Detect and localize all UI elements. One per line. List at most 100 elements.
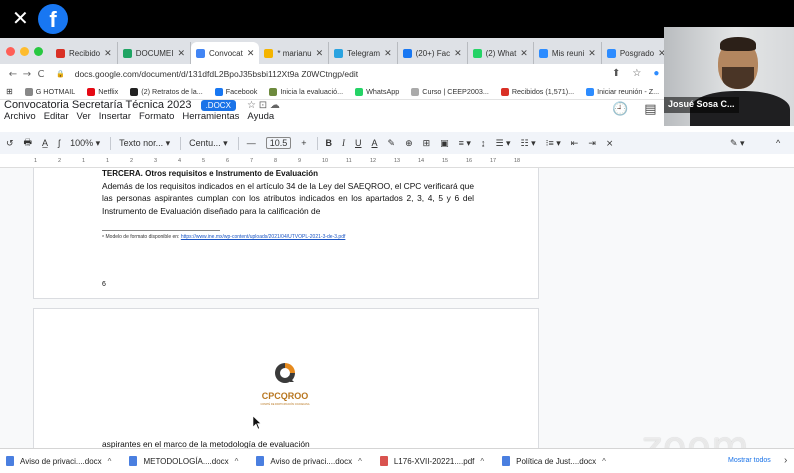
download-options-icon[interactable]: ^ [235, 457, 239, 466]
download-item[interactable]: Aviso de privaci....docx ^ [256, 456, 362, 466]
collapse-menus-icon[interactable]: ^ [776, 138, 780, 148]
download-options-icon[interactable]: ^ [358, 457, 362, 466]
checklist-icon[interactable]: ☰ ▾ [495, 138, 510, 149]
bookmark-item[interactable]: G HOTMAIL [24, 87, 75, 96]
align-select[interactable]: ≡ ▾ [459, 138, 471, 149]
menu-item-herramientas[interactable]: Herramientas [182, 111, 239, 125]
history-icon[interactable]: 🕘 [612, 101, 628, 117]
download-options-icon[interactable]: ^ [480, 457, 484, 466]
font-select[interactable]: Centu... ▾ [189, 138, 228, 149]
bookmark-item[interactable]: Facebook [214, 87, 257, 96]
download-item[interactable]: L176-XVII-20221....pdf ^ [379, 456, 484, 466]
menu-item-archivo[interactable]: Archivo [4, 111, 36, 125]
undo-icon[interactable]: ↺ [6, 138, 14, 149]
insert-image-icon[interactable]: ▣ [440, 138, 449, 149]
browser-tab[interactable]: Posgrado ✕ [602, 42, 672, 64]
tab-close-icon[interactable]: ✕ [384, 48, 392, 59]
reload-icon[interactable]: C [34, 69, 48, 80]
download-item[interactable]: METODOLOGÍA....docx ^ [129, 456, 238, 466]
increase-font-size-button[interactable]: + [301, 138, 306, 148]
highlight-icon[interactable]: ✎ [388, 138, 396, 149]
extension-icon[interactable]: ● [653, 68, 659, 79]
browser-tab[interactable]: * marianu ✕ [259, 42, 330, 64]
tab-close-icon[interactable]: ✕ [316, 48, 324, 59]
close-icon[interactable]: ✕ [12, 8, 32, 28]
increase-indent-icon[interactable]: ⇥ [588, 138, 596, 149]
numbered-list-icon[interactable]: ⁝≡ ▾ [546, 138, 561, 149]
underline-button[interactable]: U [355, 138, 362, 148]
spellcheck-icon[interactable]: A̲ [42, 138, 48, 148]
insert-link-icon[interactable]: ⊕ [405, 138, 413, 149]
shelf-scroll-icon[interactable]: › [784, 455, 787, 466]
download-item[interactable]: Política de Just....docx ^ [502, 456, 606, 466]
tab-close-icon[interactable]: ✕ [104, 48, 112, 59]
close-window-button[interactable] [6, 47, 15, 56]
tab-close-icon[interactable]: ✕ [588, 48, 596, 59]
participant-video-tile[interactable]: Josué Sosa C... [664, 27, 794, 126]
tab-close-icon[interactable]: ✕ [177, 48, 185, 59]
text-color-button[interactable]: A [372, 138, 378, 148]
back-icon[interactable]: ← [6, 69, 20, 80]
line-spacing-icon[interactable]: ↨ [481, 138, 486, 149]
footnote-link[interactable]: https://www.ine.mx/wp-content/uploads/20… [181, 234, 346, 240]
browser-tab[interactable]: Recibido ✕ [51, 42, 118, 64]
menu-item-editar[interactable]: Editar [44, 111, 69, 125]
browser-tab[interactable]: (2) What ✕ [468, 42, 534, 64]
italic-button[interactable]: I [342, 138, 345, 148]
document-canvas[interactable]: TERCERA. Otros requisitos e Instrumento … [0, 168, 794, 448]
font-size-input[interactable]: 10.5 [265, 137, 292, 149]
bold-button[interactable]: B [326, 138, 333, 148]
edit-mode-button[interactable]: ✎ ▾ [730, 138, 745, 149]
share-icon[interactable]: ⬆ [612, 68, 620, 79]
comments-icon[interactable]: ▤ [644, 101, 656, 117]
title-actions-icons[interactable]: ☆ ⊡ ☁ [247, 100, 280, 111]
show-all-downloads-link[interactable]: Mostrar todos [728, 457, 771, 464]
maximize-window-button[interactable] [34, 47, 43, 56]
bookmark-item[interactable]: Recibidos (1,571)... [500, 87, 574, 96]
insert-comment-icon[interactable]: ⊞ [423, 138, 431, 149]
browser-tab[interactable]: Convocat ✕ [191, 42, 260, 64]
bookmark-star-icon[interactable]: ☆ [632, 68, 641, 79]
zoom-select[interactable]: 100% ▾ [70, 138, 100, 149]
bookmark-item[interactable]: Inicia la evaluació... [269, 87, 343, 96]
url-field[interactable]: docs.google.com/document/d/131dfdL2BpoJ3… [75, 69, 358, 79]
document-title[interactable]: Convocatoria Secretaría Técnica 2023 [4, 99, 192, 111]
apps-icon[interactable]: ⊞ [6, 87, 13, 96]
bookmark-item[interactable]: Curso | CEEP2003... [411, 87, 489, 96]
browser-tab[interactable]: Mis reuni ✕ [534, 42, 602, 64]
forward-icon[interactable]: → [20, 69, 34, 80]
document-page[interactable]: CPCQROO COMITÉ DE PARTICIPACIÓN CIUDADAN… [33, 308, 539, 448]
clear-formatting-icon[interactable]: ⨯ [606, 138, 614, 149]
paint-format-icon[interactable]: ʃ [58, 138, 60, 148]
bookmark-item[interactable]: WhatsApp [355, 87, 399, 96]
tab-favicon-icon [264, 48, 274, 58]
tab-close-icon[interactable]: ✕ [454, 48, 462, 59]
browser-tab[interactable]: (20+) Fac ✕ [398, 42, 468, 64]
menu-item-formato[interactable]: Formato [139, 111, 174, 125]
bookmark-favicon-icon [130, 87, 139, 96]
download-list: Aviso de privaci....docx ^ METODOLOGÍA....… [6, 456, 624, 466]
download-options-icon[interactable]: ^ [602, 457, 606, 466]
minimize-window-button[interactable] [20, 47, 29, 56]
tab-close-icon[interactable]: ✕ [520, 48, 528, 59]
bookmark-item[interactable]: Netflix [87, 87, 118, 96]
style-select[interactable]: Texto nor... ▾ [119, 138, 170, 149]
bullet-list-icon[interactable]: ☷ ▾ [521, 138, 536, 149]
print-icon[interactable]: 🖶 [24, 135, 33, 151]
ruler[interactable]: 1 2 1 1 2 3 4 5 6 7 8 9 10 11 12 13 14 15 16 17 18 [0, 154, 794, 168]
browser-tab[interactable]: DOCUMEI ✕ [118, 42, 192, 64]
menu-item-ver[interactable]: Ver [77, 111, 91, 125]
menu-item-insertar[interactable]: Insertar [99, 111, 131, 125]
bookmark-item[interactable]: Iniciar reunión - Z... [586, 87, 659, 96]
decrease-indent-icon[interactable]: ⇤ [571, 138, 579, 149]
menu-item-ayuda[interactable]: Ayuda [247, 111, 274, 125]
browser-tab[interactable]: Telegram ✕ [329, 42, 398, 64]
tab-close-icon[interactable]: ✕ [247, 48, 255, 59]
lock-icon[interactable]: 🔒 [56, 70, 65, 78]
decrease-font-size-button[interactable]: — [247, 138, 256, 148]
download-item[interactable]: Aviso de privaci....docx ^ [6, 456, 111, 466]
bookmark-item[interactable]: (2) Retratos de la... [130, 87, 203, 96]
document-page[interactable]: TERCERA. Otros requisitos e Instrumento … [33, 168, 539, 299]
download-options-icon[interactable]: ^ [108, 457, 112, 466]
cpc-logo-mark-icon [275, 363, 295, 383]
